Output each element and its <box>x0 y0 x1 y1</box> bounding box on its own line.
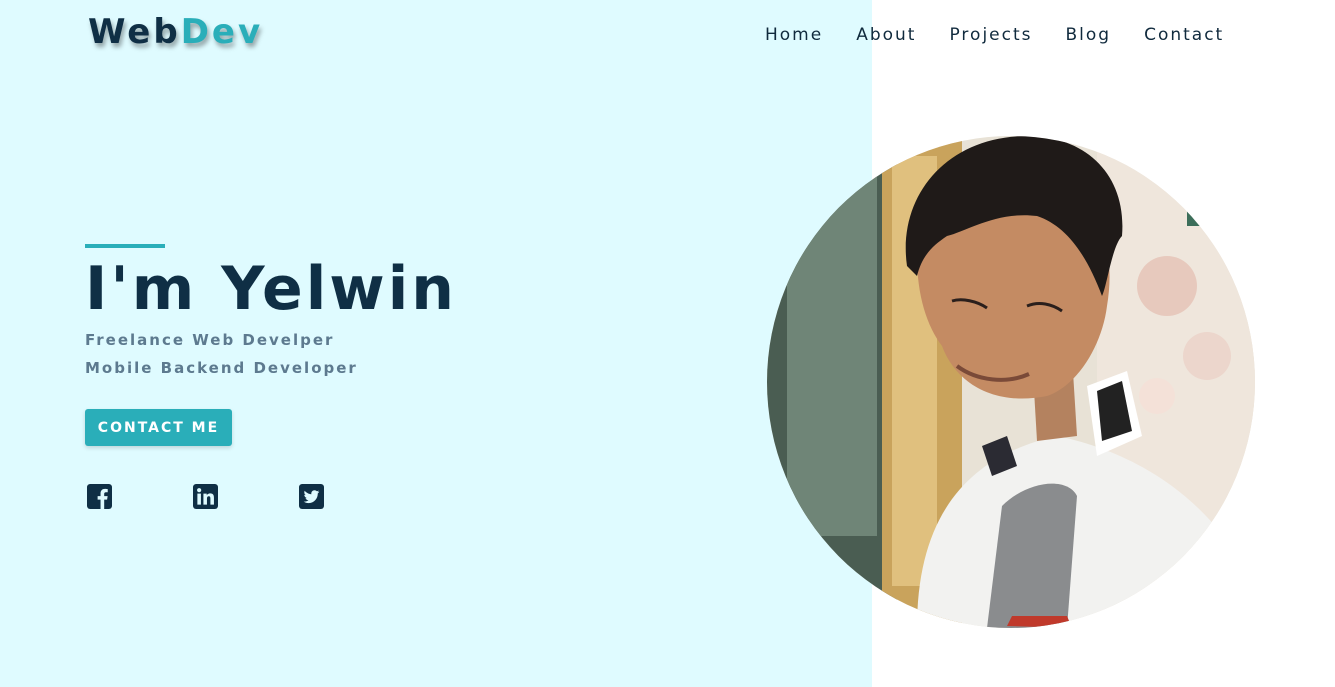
nav-link-contact[interactable]: Contact <box>1144 25 1224 45</box>
linkedin-link[interactable] <box>193 484 218 509</box>
contact-me-button[interactable]: CONTACT ME <box>85 409 232 446</box>
logo-text-web: Web <box>88 12 181 52</box>
nav-link-blog[interactable]: Blog <box>1066 25 1112 45</box>
linkedin-icon <box>193 484 218 509</box>
nav-link-home[interactable]: Home <box>765 25 823 45</box>
hero-subtitle-freelance: Freelance Web Develper <box>85 331 335 349</box>
site-logo[interactable]: WebDev <box>88 12 263 52</box>
logo-text-dev: Dev <box>180 12 264 52</box>
facebook-icon <box>87 484 112 509</box>
hero-title: I'm Yelwin <box>85 254 458 324</box>
twitter-link[interactable] <box>299 484 324 509</box>
twitter-icon <box>299 484 324 509</box>
facebook-link[interactable] <box>87 484 112 509</box>
title-accent-line <box>85 244 165 248</box>
hero-subtitle-mobile: Mobile Backend Developer <box>85 359 358 377</box>
nav-link-about[interactable]: About <box>856 25 916 45</box>
nav-link-projects[interactable]: Projects <box>949 25 1032 45</box>
main-navigation: Home About Projects Blog Contact <box>765 25 1257 45</box>
profile-photo <box>767 136 1255 628</box>
